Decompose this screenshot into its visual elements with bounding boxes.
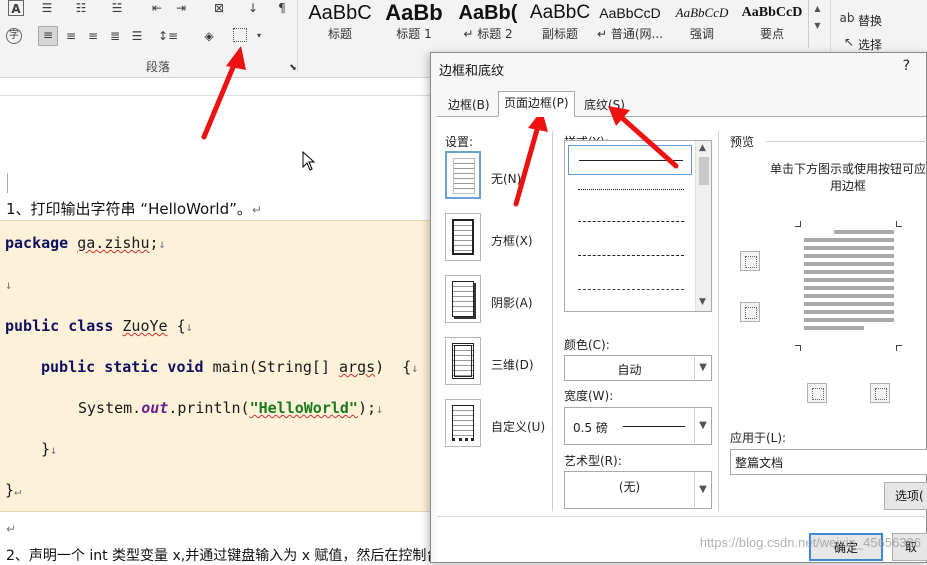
arrow-to-shading-tab: [608, 106, 679, 169]
annotation-arrows: [201, 46, 679, 207]
arrow-to-borders-button: [201, 46, 246, 140]
tab-page-border[interactable]: 页面边框(P): [498, 91, 575, 117]
arrow-to-page-border-tab: [513, 110, 548, 207]
watermark: https://blog.csdn.net/weixin_45656336: [699, 535, 921, 550]
